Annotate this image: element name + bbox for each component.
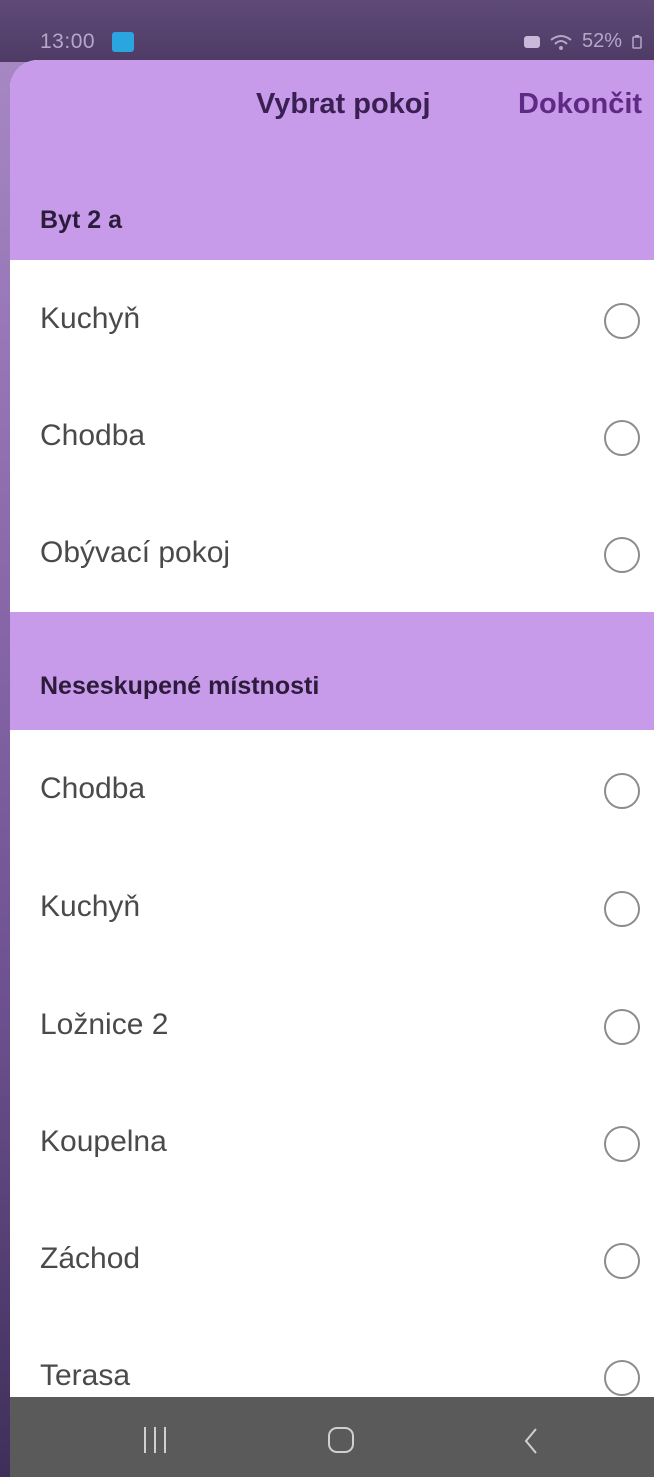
back-icon[interactable] [518, 1427, 544, 1455]
room-row[interactable]: Kuchyň [10, 260, 654, 377]
status-bar: 13:00 52% [0, 0, 654, 62]
radio-unselected-icon[interactable] [604, 1360, 640, 1396]
home-icon[interactable] [328, 1427, 354, 1453]
radio-unselected-icon[interactable] [604, 420, 640, 456]
room-row[interactable]: Koupelna [10, 1083, 654, 1200]
room-label: Terasa [40, 1359, 131, 1392]
room-label: Kuchyň [40, 302, 141, 335]
notification-app-icon [112, 32, 134, 52]
navigation-bar [10, 1397, 654, 1477]
room-row[interactable]: Ložnice 2 [10, 966, 654, 1083]
done-button[interactable]: Dokončit [518, 88, 642, 121]
radio-unselected-icon[interactable] [604, 773, 640, 809]
section-title: Byt 2 a [40, 206, 122, 234]
status-time: 13:00 [40, 30, 96, 53]
recent-apps-icon[interactable] [140, 1427, 170, 1453]
radio-unselected-icon[interactable] [604, 1243, 640, 1279]
room-row[interactable]: Kuchyň [10, 848, 654, 965]
sheet-title: Vybrat pokoj [256, 88, 431, 120]
section-header-ungrouped: Neseskupené místnosti [10, 612, 654, 730]
battery-icon [632, 34, 642, 49]
battery-percentage: 52% [581, 30, 622, 52]
room-label: Obývací pokoj [40, 536, 231, 569]
section-title: Neseskupené místnosti [40, 672, 320, 700]
room-label: Ložnice 2 [40, 1008, 169, 1041]
room-label: Kuchyň [40, 890, 141, 923]
room-label: Chodba [40, 419, 146, 452]
room-label: Chodba [40, 772, 146, 805]
room-label: Koupelna [40, 1125, 167, 1158]
room-row[interactable]: Obývací pokoj [10, 494, 654, 612]
radio-unselected-icon[interactable] [604, 891, 640, 927]
room-row[interactable]: Chodba [10, 730, 654, 847]
wifi-icon [550, 34, 572, 50]
alarm-icon [523, 35, 540, 48]
radio-unselected-icon[interactable] [604, 1126, 640, 1162]
status-indicators: 52% [523, 30, 642, 53]
radio-unselected-icon[interactable] [604, 537, 640, 573]
section-header-byt-2a: Byt 2 a [10, 172, 654, 260]
room-label: Záchod [40, 1242, 141, 1275]
sheet-header: Vybrat pokoj Dokončit [10, 60, 654, 172]
room-picker-sheet: Vybrat pokoj Dokončit Byt 2 a Kuchyň Cho… [10, 60, 654, 1397]
radio-unselected-icon[interactable] [604, 303, 640, 339]
room-row[interactable]: Terasa [10, 1317, 654, 1397]
radio-unselected-icon[interactable] [604, 1009, 640, 1045]
room-row[interactable]: Chodba [10, 377, 654, 494]
room-row[interactable]: Záchod [10, 1200, 654, 1317]
